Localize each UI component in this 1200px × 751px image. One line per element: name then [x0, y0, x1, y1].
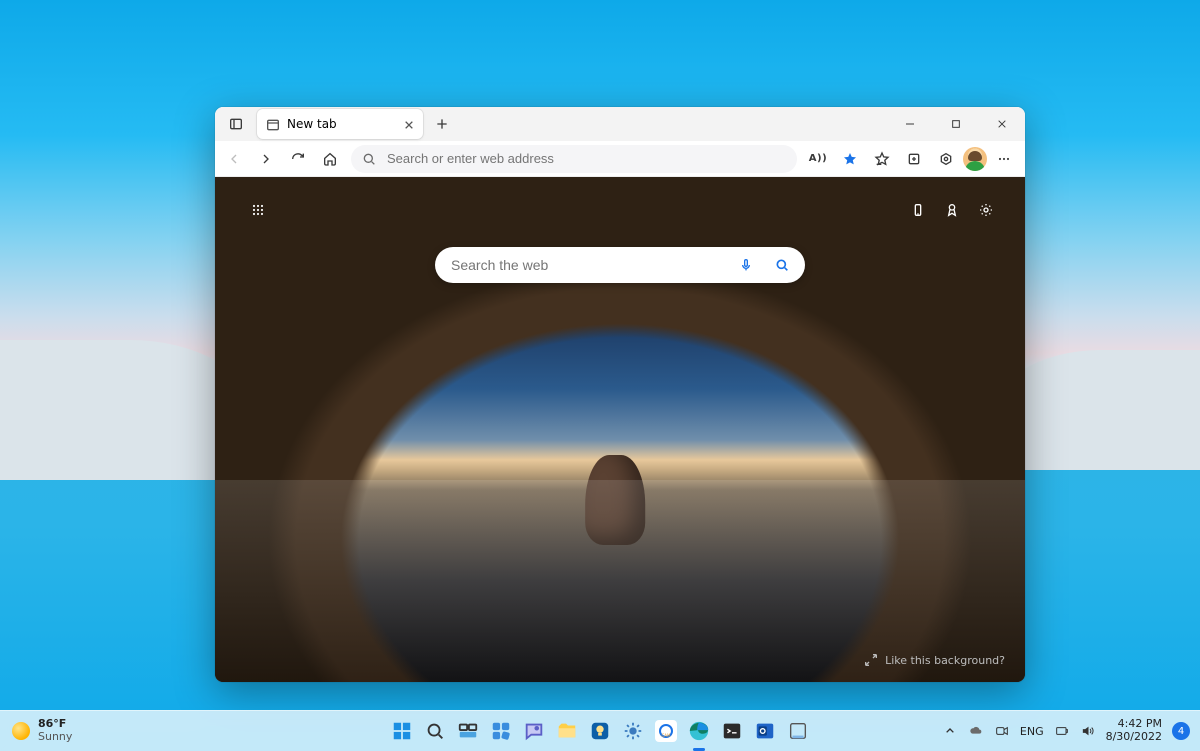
extensions-button[interactable] [931, 144, 961, 174]
ntp-search-input[interactable] [451, 257, 723, 273]
minimize-window-button[interactable] [887, 107, 933, 141]
notification-count: 4 [1178, 726, 1184, 737]
expand-icon [863, 652, 879, 668]
chat-button[interactable] [519, 716, 549, 746]
taskbar-clock[interactable]: 4:42 PM 8/30/2022 [1106, 718, 1162, 743]
search-icon [361, 151, 377, 167]
close-window-button[interactable] [979, 107, 1025, 141]
file-explorer-button[interactable] [552, 716, 582, 746]
onedrive-icon[interactable] [968, 723, 984, 739]
edge-app-button[interactable] [684, 716, 714, 746]
browser-toolbar: A)) [215, 141, 1025, 177]
taskbar-pinned-apps: CAM [387, 711, 813, 751]
ntp-search-box[interactable] [435, 247, 805, 283]
new-tab-page: Like this background? [215, 177, 1025, 682]
ntp-top-bar [239, 195, 1001, 225]
svg-text:CAM: CAM [662, 733, 672, 738]
edge-browser-window: New tab [215, 107, 1025, 682]
taskbar-weather-widget[interactable]: 86°F Sunny [0, 711, 84, 751]
rewards-button[interactable] [937, 195, 967, 225]
address-input[interactable] [387, 151, 787, 166]
taskbar-search-button[interactable] [420, 716, 450, 746]
browser-tab[interactable]: New tab [257, 109, 423, 139]
read-aloud-button[interactable]: A)) [803, 144, 833, 174]
favorites-list-button[interactable] [867, 144, 897, 174]
forward-button[interactable] [251, 144, 281, 174]
meet-now-icon[interactable] [994, 723, 1010, 739]
system-tray: ENG 4:42 PM 8/30/2022 4 [932, 711, 1200, 751]
like-background-button[interactable]: Like this background? [857, 648, 1011, 672]
settings-and-more-button[interactable] [989, 144, 1019, 174]
profile-avatar-button[interactable] [963, 147, 987, 171]
close-tab-button[interactable] [401, 117, 415, 131]
desktop-wallpaper: New tab [0, 0, 1200, 751]
task-view-button[interactable] [453, 716, 483, 746]
new-tab-favicon-icon [265, 117, 279, 131]
home-button[interactable] [315, 144, 345, 174]
start-button[interactable] [387, 716, 417, 746]
favorite-star-button[interactable] [835, 144, 865, 174]
windows-taskbar: 86°F Sunny [0, 710, 1200, 751]
collections-button[interactable] [899, 144, 929, 174]
voice-search-button[interactable] [733, 252, 759, 278]
generic-app-button[interactable] [783, 716, 813, 746]
maximize-window-button[interactable] [933, 107, 979, 141]
widgets-button[interactable] [486, 716, 516, 746]
network-icon[interactable] [1054, 723, 1070, 739]
back-button[interactable] [219, 144, 249, 174]
search-submit-button[interactable] [769, 252, 795, 278]
browser-titlebar: New tab [215, 107, 1025, 141]
terminal-app-button[interactable] [717, 716, 747, 746]
window-controls [887, 107, 1025, 141]
address-bar[interactable] [351, 145, 797, 173]
wallpaper-hill [0, 340, 250, 480]
tab-actions-button[interactable] [221, 109, 251, 139]
language-indicator[interactable]: ENG [1020, 725, 1044, 738]
weather-condition: Sunny [38, 731, 72, 744]
mobile-sync-button[interactable] [903, 195, 933, 225]
outlook-app-button[interactable] [750, 716, 780, 746]
volume-icon[interactable] [1080, 723, 1096, 739]
camera-app-button[interactable]: CAM [651, 716, 681, 746]
tab-title: New tab [287, 117, 337, 131]
notification-center-button[interactable]: 4 [1172, 722, 1190, 740]
tray-overflow-button[interactable] [942, 723, 958, 739]
settings-app-button[interactable] [618, 716, 648, 746]
like-background-label: Like this background? [885, 654, 1005, 667]
tips-app-button[interactable] [585, 716, 615, 746]
page-settings-button[interactable] [971, 195, 1001, 225]
clock-date: 8/30/2022 [1106, 731, 1162, 744]
new-tab-button[interactable] [427, 109, 457, 139]
refresh-button[interactable] [283, 144, 313, 174]
app-launcher-button[interactable] [243, 195, 273, 225]
sun-icon [12, 722, 30, 740]
